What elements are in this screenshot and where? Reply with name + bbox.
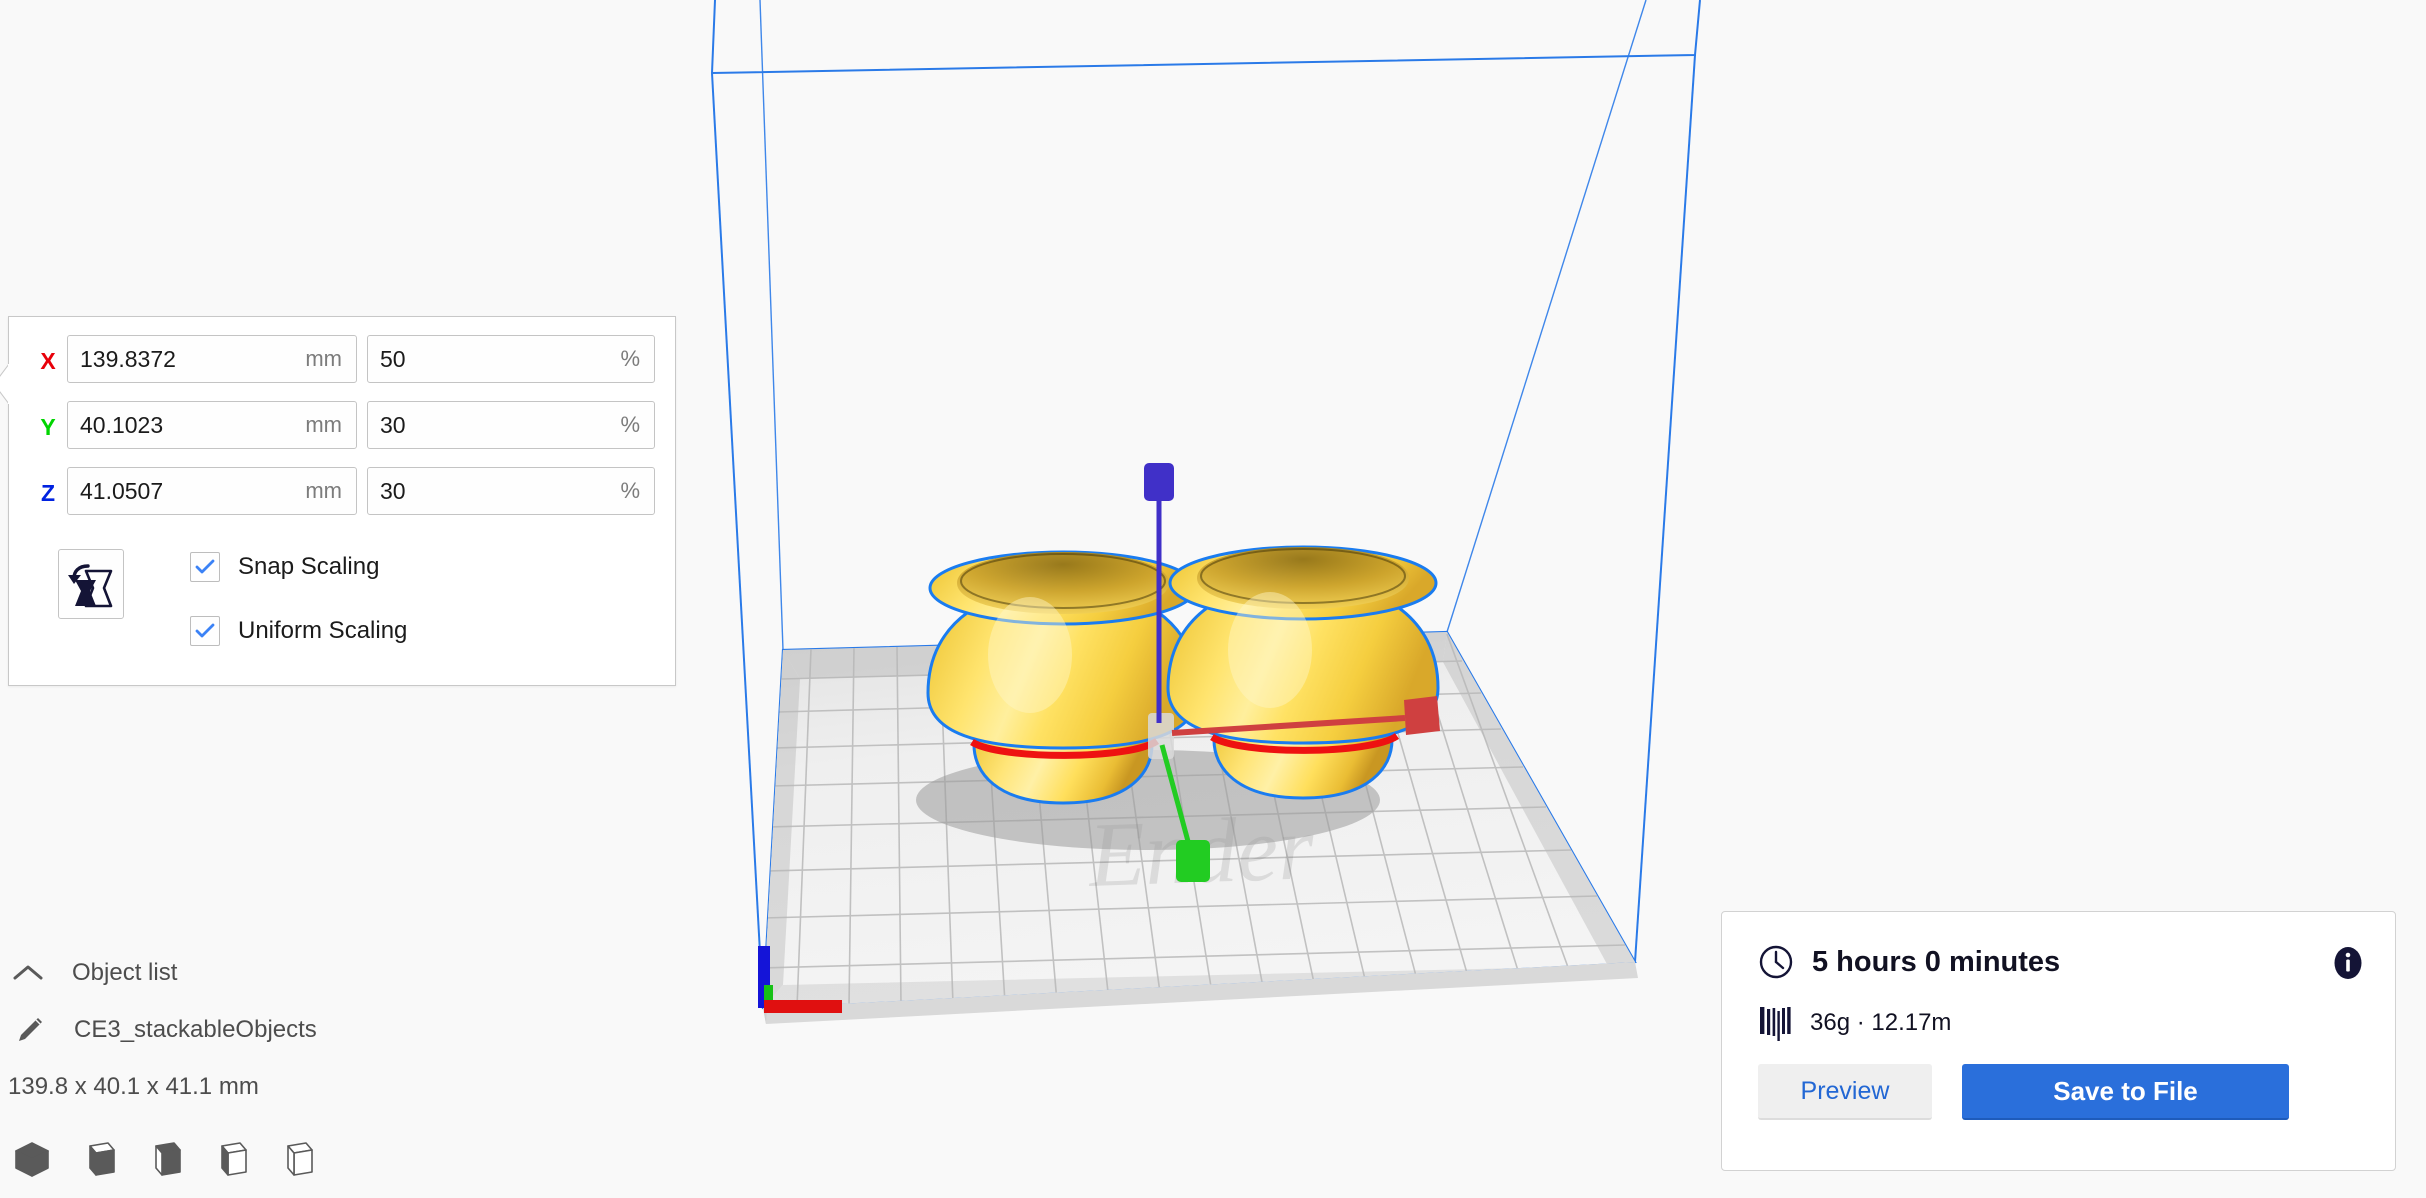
scale-row-y: Y mm % xyxy=(9,401,675,453)
chevron-up-icon[interactable] xyxy=(10,955,46,991)
wireframe-view-mode[interactable] xyxy=(276,1140,316,1180)
scale-z-mm-field[interactable]: mm xyxy=(67,467,357,515)
unit-percent-z: % xyxy=(620,478,640,503)
scale-y-mm-input[interactable] xyxy=(68,411,306,439)
scale-y-percent-field[interactable]: % xyxy=(367,401,655,449)
unit-mm-z: mm xyxy=(305,478,342,503)
save-to-file-button[interactable]: Save to File xyxy=(1962,1064,2289,1120)
scale-y-percent-input[interactable] xyxy=(368,411,621,439)
view-mode-toolbar[interactable] xyxy=(12,1140,316,1180)
gizmo-z-handle xyxy=(1144,463,1174,501)
object-list-toggle[interactable]: Object list xyxy=(10,955,177,991)
object-list-item[interactable]: CE3_stackableObjects xyxy=(12,1013,317,1047)
scale-z-mm-input[interactable] xyxy=(68,477,306,505)
layer-view-mode[interactable] xyxy=(210,1140,250,1180)
material-usage-row: 36g · 12.17m xyxy=(1759,1005,1951,1041)
print-time-label: 5 hours 0 minutes xyxy=(1812,945,2061,978)
scale-row-x: X mm % xyxy=(9,335,675,387)
scale-x-mm-input[interactable] xyxy=(68,345,306,373)
scale-x-percent-field[interactable]: % xyxy=(367,335,655,383)
axis-label-z: Z xyxy=(40,480,56,506)
scale-x-percent-input[interactable] xyxy=(368,345,621,373)
material-usage-label: 36g · 12.17m xyxy=(1810,1009,1952,1036)
reset-scale-icon xyxy=(68,564,113,608)
object-dimensions-label: 139.8 x 40.1 x 41.1 mm xyxy=(8,1073,259,1100)
unit-percent-y: % xyxy=(620,412,640,437)
gizmo-y-handle xyxy=(1176,840,1210,882)
axis-label-y: Y xyxy=(40,414,56,440)
uniform-scaling-checkbox[interactable] xyxy=(190,616,220,646)
unit-percent-x: % xyxy=(620,346,640,371)
info-icon[interactable] xyxy=(2331,946,2365,980)
scale-z-percent-input[interactable] xyxy=(368,477,621,505)
print-info-card: 5 hours 0 minutes 36g · 12.17m Preview S… xyxy=(1721,911,2396,1171)
reset-scale-button[interactable] xyxy=(58,549,124,619)
unit-mm-x: mm xyxy=(305,346,342,371)
axis-label-x: X xyxy=(40,348,56,374)
snap-scaling-row[interactable]: Snap Scaling xyxy=(190,552,379,582)
shaded-view-mode[interactable] xyxy=(78,1140,118,1180)
check-icon xyxy=(195,559,215,574)
scale-z-percent-field[interactable]: % xyxy=(367,467,655,515)
cura-main-window: Ender xyxy=(0,0,2426,1198)
object-list-label: Object list xyxy=(72,959,178,986)
scale-x-mm-field[interactable]: mm xyxy=(67,335,357,383)
snap-scaling-label: Snap Scaling xyxy=(238,553,380,580)
unit-mm-y: mm xyxy=(305,412,342,437)
scale-y-mm-field[interactable]: mm xyxy=(67,401,357,449)
clock-icon xyxy=(1758,944,1794,980)
object-name-label: CE3_stackableObjects xyxy=(74,1016,317,1043)
panel-pointer xyxy=(0,364,9,404)
origin-x-axis xyxy=(764,1000,842,1013)
print-action-buttons: Preview Save to File xyxy=(1758,1064,2289,1120)
xray-view-mode[interactable] xyxy=(144,1140,184,1180)
gizmo-x-handle xyxy=(1404,696,1440,735)
preview-button[interactable]: Preview xyxy=(1758,1064,1932,1120)
filament-icon xyxy=(1759,1005,1791,1041)
pencil-icon[interactable] xyxy=(12,1013,46,1047)
scale-row-z: Z mm % xyxy=(9,467,675,519)
uniform-scaling-row[interactable]: Uniform Scaling xyxy=(190,616,407,646)
solid-view-mode[interactable] xyxy=(12,1140,52,1180)
snap-scaling-checkbox[interactable] xyxy=(190,552,220,582)
check-icon xyxy=(195,623,215,638)
print-time-row: 5 hours 0 minutes xyxy=(1758,944,2060,980)
uniform-scaling-label: Uniform Scaling xyxy=(238,617,408,644)
